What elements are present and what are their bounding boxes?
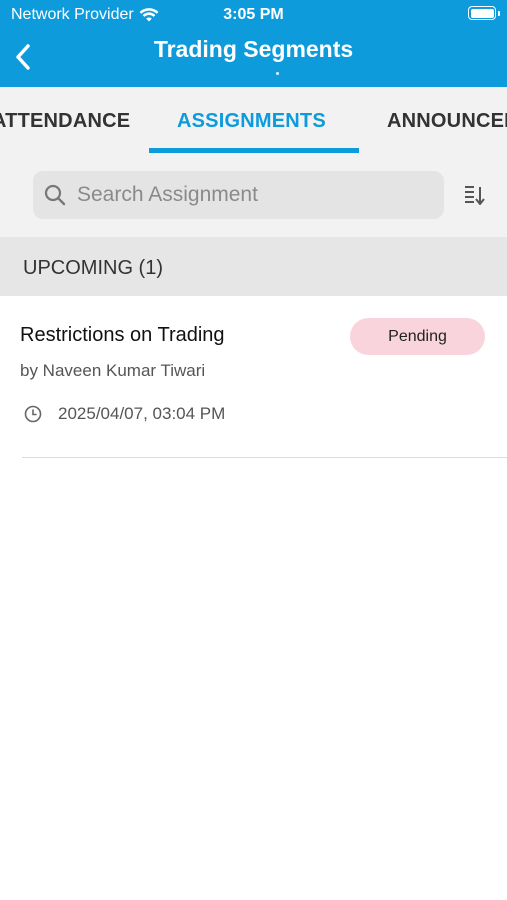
battery-icon xyxy=(468,6,500,20)
status-time: 3:05 PM xyxy=(223,6,284,23)
tab-bar: ATTENDANCE ASSIGNMENTS ANNOUNCEMENTS xyxy=(0,87,507,155)
tab-announcements[interactable]: ANNOUNCEMENTS xyxy=(387,110,507,133)
clock-icon xyxy=(24,405,42,423)
search-bar-area xyxy=(0,155,507,237)
sort-button[interactable] xyxy=(462,182,488,208)
page-title: Trading Segments xyxy=(153,36,354,62)
list-divider xyxy=(22,457,507,458)
tab-attendance[interactable]: ATTENDANCE xyxy=(0,110,130,133)
assignment-title: Restrictions on Trading xyxy=(20,324,225,346)
tab-assignments[interactable]: ASSIGNMENTS xyxy=(177,110,326,133)
search-icon xyxy=(44,184,66,206)
title-indicator-dot xyxy=(276,72,279,75)
search-box[interactable] xyxy=(33,171,444,219)
navigation-bar: Network Provider 3:05 PM Trading Segment… xyxy=(0,0,507,87)
assignment-due-date: 2025/04/07, 03:04 PM xyxy=(58,404,226,423)
section-header-upcoming: UPCOMING (1) xyxy=(0,237,507,296)
search-input[interactable] xyxy=(75,182,419,208)
section-title: UPCOMING (1) xyxy=(23,257,163,279)
assignment-author: by Naveen Kumar Tiwari xyxy=(20,361,206,380)
assignment-list-item[interactable]: Restrictions on Trading Pending by Navee… xyxy=(0,296,507,458)
status-badge: Pending xyxy=(350,318,485,355)
active-tab-indicator xyxy=(149,148,359,153)
sort-icon xyxy=(465,186,485,205)
